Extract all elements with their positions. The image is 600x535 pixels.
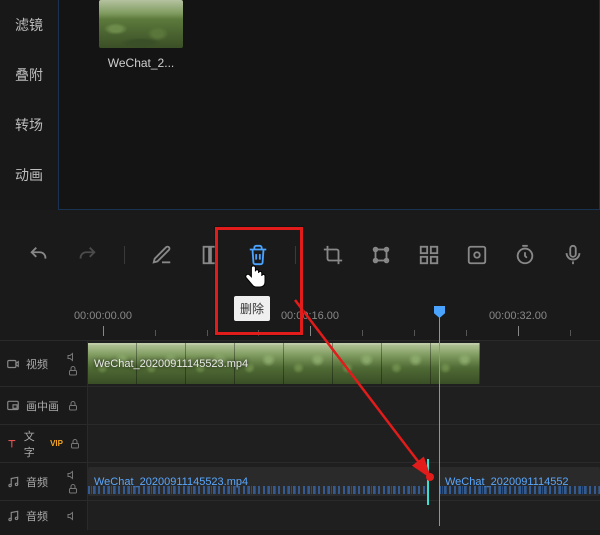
track-label: 文字 (24, 428, 42, 460)
media-thumb[interactable]: WeChat_2... (99, 0, 183, 70)
ruler-time: 00:00:16.00 (281, 310, 339, 322)
delete-icon[interactable] (247, 244, 269, 266)
audio-clip-2[interactable]: WeChat_2020091114552 (439, 467, 600, 496)
track-head-pip: 画中画 (0, 387, 88, 424)
mute-icon[interactable] (67, 469, 79, 481)
audio-waveform (439, 486, 600, 494)
audio-waveform (88, 486, 427, 494)
lock-icon[interactable] (67, 400, 79, 412)
lock-icon[interactable] (69, 438, 81, 450)
track-head-text: 文字 VIP (0, 425, 88, 462)
mute-icon[interactable] (67, 351, 79, 363)
mute-icon[interactable] (67, 510, 79, 522)
track-body-audio[interactable]: WeChat_20200911145523.mp4 WeChat_2020091… (88, 463, 600, 500)
cursor-hand-icon (245, 264, 267, 293)
record-icon[interactable] (466, 244, 488, 266)
vip-badge: VIP (50, 439, 63, 448)
video-icon (6, 357, 20, 371)
audio-icon (6, 475, 20, 489)
track-label: 音频 (26, 508, 48, 524)
track-body-pip[interactable] (88, 387, 600, 424)
track-head-audio: 音频 (0, 463, 88, 500)
edit-icon[interactable] (151, 244, 173, 266)
toolbar-separator (124, 246, 125, 264)
track-head-audio-2: 音频 (0, 501, 88, 530)
track-head-video: 视频 (0, 341, 88, 386)
tab-filter[interactable]: 滤镜 (0, 0, 58, 50)
audio-icon (6, 509, 20, 523)
thumb-image (99, 0, 183, 48)
tab-overlay[interactable]: 叠附 (0, 50, 58, 100)
left-tabs: 滤镜 叠附 转场 动画 (0, 0, 58, 210)
toolbar-separator (295, 246, 296, 264)
undo-icon[interactable] (28, 244, 50, 266)
clip-filename: WeChat_20200911145523.mp4 (94, 358, 248, 370)
track-label: 画中画 (26, 398, 59, 414)
track-label: 音频 (26, 474, 48, 490)
lock-icon[interactable] (67, 365, 79, 377)
split-icon[interactable] (199, 244, 221, 266)
track-tools (67, 510, 81, 522)
audio-clip-1[interactable]: WeChat_20200911145523.mp4 (88, 467, 427, 496)
track-tools (67, 400, 81, 412)
mic-icon[interactable] (562, 244, 584, 266)
redo-icon[interactable] (76, 244, 98, 266)
track-label: 视频 (26, 356, 48, 372)
track-tools (67, 469, 81, 495)
time-ruler[interactable]: 00:00:00.00 00:00:16.00 00:00:32.00 (88, 306, 600, 336)
track-video: 视频 WeChat_20200911145523.mp4 (0, 340, 600, 386)
track-text: 文字 VIP (0, 424, 600, 462)
media-area[interactable]: WeChat_2... (58, 0, 600, 210)
clip-gap-marker (427, 459, 429, 505)
pip-icon (6, 399, 20, 413)
timer-icon[interactable] (514, 244, 536, 266)
tab-transition[interactable]: 转场 (0, 100, 58, 150)
media-panel: 滤镜 叠附 转场 动画 WeChat_2... (0, 0, 600, 210)
track-audio: 音频 WeChat_20200911145523.mp4 WeChat_2020… (0, 462, 600, 500)
thumb-label: WeChat_2... (99, 56, 183, 70)
track-audio-2: 音频 (0, 500, 600, 530)
ruler-ticks (88, 322, 600, 336)
crop-icon[interactable] (322, 244, 344, 266)
transform-icon[interactable] (370, 244, 392, 266)
grid-icon[interactable] (418, 244, 440, 266)
timeline-tracks: 视频 WeChat_20200911145523.mp4 画中画 (0, 340, 600, 530)
track-body-audio-2[interactable] (88, 501, 600, 530)
track-pip: 画中画 (0, 386, 600, 424)
timeline-toolbar (0, 230, 600, 280)
text-icon (6, 437, 18, 451)
track-body-video[interactable]: WeChat_20200911145523.mp4 (88, 341, 600, 386)
lock-icon[interactable] (67, 483, 79, 495)
track-body-text[interactable] (88, 425, 600, 462)
ruler-time: 00:00:00.00 (74, 310, 132, 322)
tab-animation[interactable]: 动画 (0, 150, 58, 200)
track-tools (69, 438, 81, 450)
ruler-time: 00:00:32.00 (489, 310, 547, 322)
track-tools (67, 351, 81, 377)
playhead[interactable] (439, 306, 440, 526)
delete-tooltip: 删除 (234, 296, 270, 321)
